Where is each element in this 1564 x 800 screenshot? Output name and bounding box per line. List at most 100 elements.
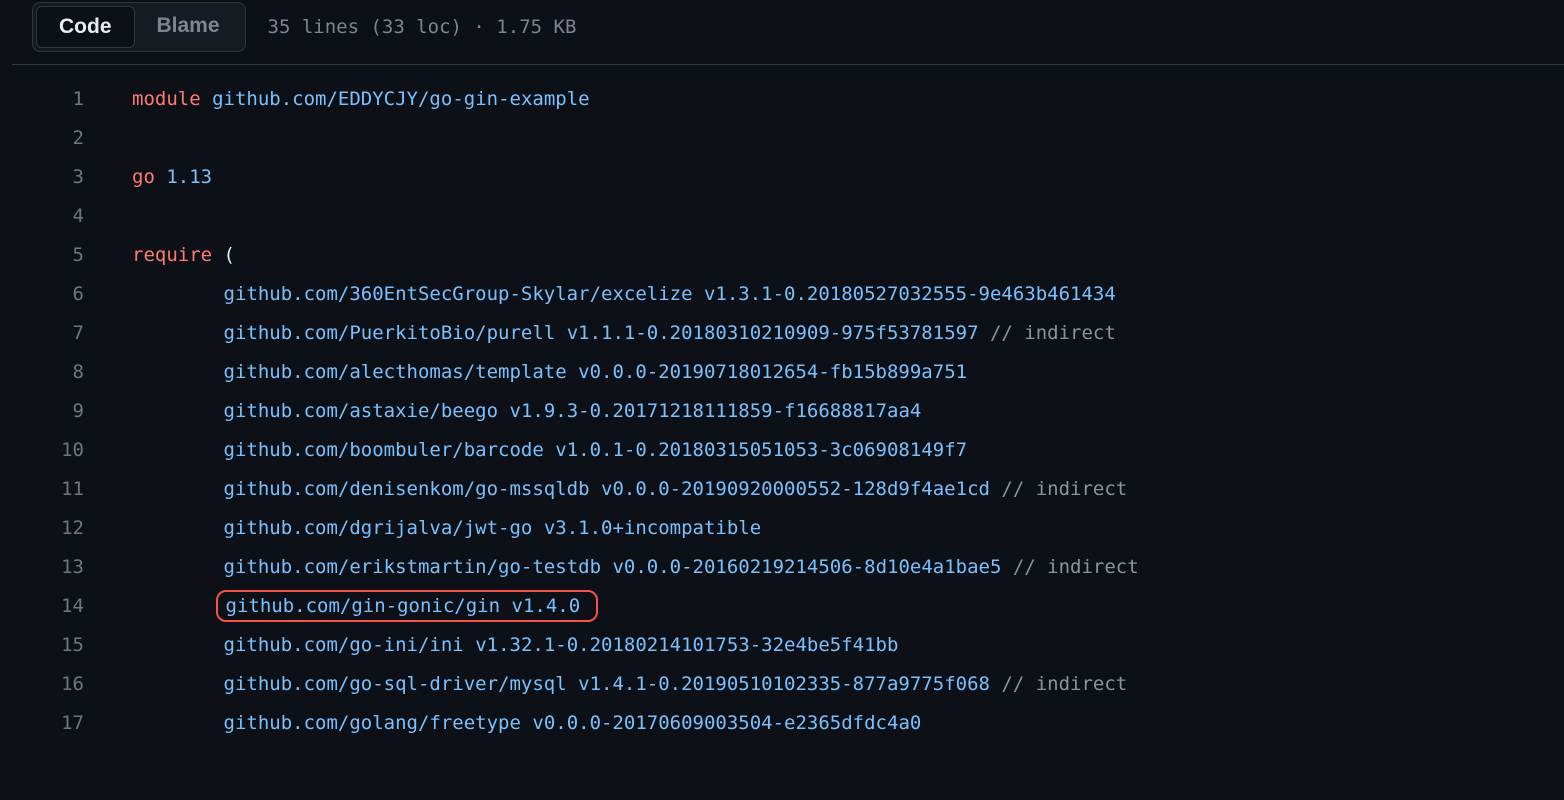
token-ver: v0.0.0-20170609003504-e2365dfdc4a0 [532, 712, 921, 734]
line-number[interactable]: 9 [12, 400, 132, 422]
line-number[interactable]: 6 [12, 283, 132, 305]
token-plain [521, 712, 532, 734]
token-plain [500, 595, 511, 617]
token-plain [979, 322, 990, 344]
token-ver: v0.0.0-20190718012654-fb15b899a751 [578, 361, 967, 383]
code-line: 1module github.com/EDDYCJY/go-gin-exampl… [12, 79, 1564, 118]
token-comment: // indirect [1013, 556, 1139, 578]
line-number[interactable]: 12 [12, 517, 132, 539]
code-content: github.com/dgrijalva/jwt-go v3.1.0+incom… [132, 517, 1564, 539]
code-content: github.com/360EntSecGroup-Skylar/exceliz… [132, 283, 1564, 305]
token-pkg: github.com/erikstmartin/go-testdb [224, 556, 602, 578]
token-ver: v3.1.0+incompatible [544, 517, 761, 539]
code-content: github.com/alecthomas/template v0.0.0-20… [132, 361, 1564, 383]
code-line: 7 github.com/PuerkitoBio/purell v1.1.1-0… [12, 313, 1564, 352]
code-content: module github.com/EDDYCJY/go-gin-example [132, 88, 1564, 110]
tab-blame[interactable]: Blame [135, 6, 242, 48]
line-number[interactable]: 8 [12, 361, 132, 383]
code-line: 6 github.com/360EntSecGroup-Skylar/excel… [12, 274, 1564, 313]
tab-code[interactable]: Code [36, 6, 135, 48]
token-pkg: github.com/boombuler/barcode [224, 439, 544, 461]
code-content: github.com/astaxie/beego v1.9.3-0.201712… [132, 400, 1564, 422]
token-kw: require [132, 244, 212, 266]
line-number[interactable]: 1 [12, 88, 132, 110]
token-comment: // indirect [990, 322, 1116, 344]
token-pkg: github.com/gin-gonic/gin [226, 595, 501, 617]
token-pkg: github.com/dgrijalva/jwt-go [224, 517, 533, 539]
code-content: github.com/go-ini/ini v1.32.1-0.20180214… [132, 634, 1564, 656]
token-plain [555, 322, 566, 344]
line-number[interactable]: 11 [12, 478, 132, 500]
code-content: github.com/go-sql-driver/mysql v1.4.1-0.… [132, 673, 1564, 695]
token-pkg: github.com/astaxie/beego [224, 400, 499, 422]
token-ver: v1.4.0 [512, 595, 581, 617]
code-line: 4 [12, 196, 1564, 235]
line-number[interactable]: 7 [12, 322, 132, 344]
token-plain: ( [212, 244, 235, 266]
token-kw: module [132, 88, 201, 110]
code-content: github.com/denisenkom/go-mssqldb v0.0.0-… [132, 478, 1564, 500]
token-ver: v0.0.0-20160219214506-8d10e4a1bae5 [612, 556, 1001, 578]
line-number[interactable]: 10 [12, 439, 132, 461]
token-pkg: github.com/golang/freetype [224, 712, 521, 734]
token-plain [155, 166, 166, 188]
code-line: 3go 1.13 [12, 157, 1564, 196]
line-number[interactable]: 2 [12, 127, 132, 149]
file-info-text: 35 lines (33 loc) · 1.75 KB [268, 16, 577, 38]
line-number[interactable]: 13 [12, 556, 132, 578]
token-ver: v1.32.1-0.20180214101753-32e4be5f41bb [475, 634, 898, 656]
code-line: 17 github.com/golang/freetype v0.0.0-201… [12, 703, 1564, 742]
code-view: 1module github.com/EDDYCJY/go-gin-exampl… [12, 64, 1564, 742]
token-pkg: github.com/go-ini/ini [224, 634, 464, 656]
token-pkg: github.com/360EntSecGroup-Skylar/exceliz… [224, 283, 693, 305]
view-tab-group: Code Blame [32, 2, 246, 52]
token-plain [1001, 556, 1012, 578]
code-content: github.com/PuerkitoBio/purell v1.1.1-0.2… [132, 322, 1564, 344]
code-line: 8 github.com/alecthomas/template v0.0.0-… [12, 352, 1564, 391]
token-ver: v1.9.3-0.20171218111859-f16688817aa4 [510, 400, 922, 422]
code-line: 9 github.com/astaxie/beego v1.9.3-0.2017… [12, 391, 1564, 430]
code-content: require ( [132, 244, 1564, 266]
token-ver: v1.1.1-0.20180310210909-975f53781597 [567, 322, 979, 344]
token-plain [601, 556, 612, 578]
code-line: 10 github.com/boombuler/barcode v1.0.1-0… [12, 430, 1564, 469]
token-pkg: github.com/denisenkom/go-mssqldb [224, 478, 590, 500]
token-ver: v1.0.1-0.20180315051053-3c06908149f7 [555, 439, 967, 461]
code-line: 12 github.com/dgrijalva/jwt-go v3.1.0+in… [12, 508, 1564, 547]
code-line: 11 github.com/denisenkom/go-mssqldb v0.0… [12, 469, 1564, 508]
token-plain [567, 361, 578, 383]
token-plain [544, 439, 555, 461]
file-toolbar: Code Blame 35 lines (33 loc) · 1.75 KB [0, 0, 1564, 64]
token-plain [567, 673, 578, 695]
token-pkg: github.com/alecthomas/template [224, 361, 567, 383]
token-plain [201, 88, 212, 110]
line-number[interactable]: 17 [12, 712, 132, 734]
token-pkg: github.com/EDDYCJY/go-gin-example [212, 88, 590, 110]
code-content: github.com/boombuler/barcode v1.0.1-0.20… [132, 439, 1564, 461]
token-plain [464, 634, 475, 656]
token-ver: v0.0.0-20190920000552-128d9f4ae1cd [601, 478, 990, 500]
line-number[interactable]: 4 [12, 205, 132, 227]
token-plain [590, 478, 601, 500]
token-plain [498, 400, 509, 422]
code-content: github.com/golang/freetype v0.0.0-201706… [132, 712, 1564, 734]
highlight-annotation: github.com/gin-gonic/gin v1.4.0 [216, 590, 599, 622]
token-ver: v1.3.1-0.20180527032555-9e463b461434 [704, 283, 1116, 305]
token-kw: go [132, 166, 155, 188]
token-pkg: github.com/go-sql-driver/mysql [224, 673, 567, 695]
token-plain [693, 283, 704, 305]
token-ver: 1.13 [166, 166, 212, 188]
token-plain [990, 478, 1001, 500]
line-number[interactable]: 15 [12, 634, 132, 656]
line-number[interactable]: 14 [12, 595, 132, 617]
line-number[interactable]: 16 [12, 673, 132, 695]
code-line: 5require ( [12, 235, 1564, 274]
code-content: go 1.13 [132, 166, 1564, 188]
token-plain [532, 517, 543, 539]
line-number[interactable]: 3 [12, 166, 132, 188]
token-ver: v1.4.1-0.20190510102335-877a9775f068 [578, 673, 990, 695]
token-comment: // indirect [1001, 478, 1127, 500]
code-line: 13 github.com/erikstmartin/go-testdb v0.… [12, 547, 1564, 586]
line-number[interactable]: 5 [12, 244, 132, 266]
token-pkg: github.com/PuerkitoBio/purell [224, 322, 556, 344]
